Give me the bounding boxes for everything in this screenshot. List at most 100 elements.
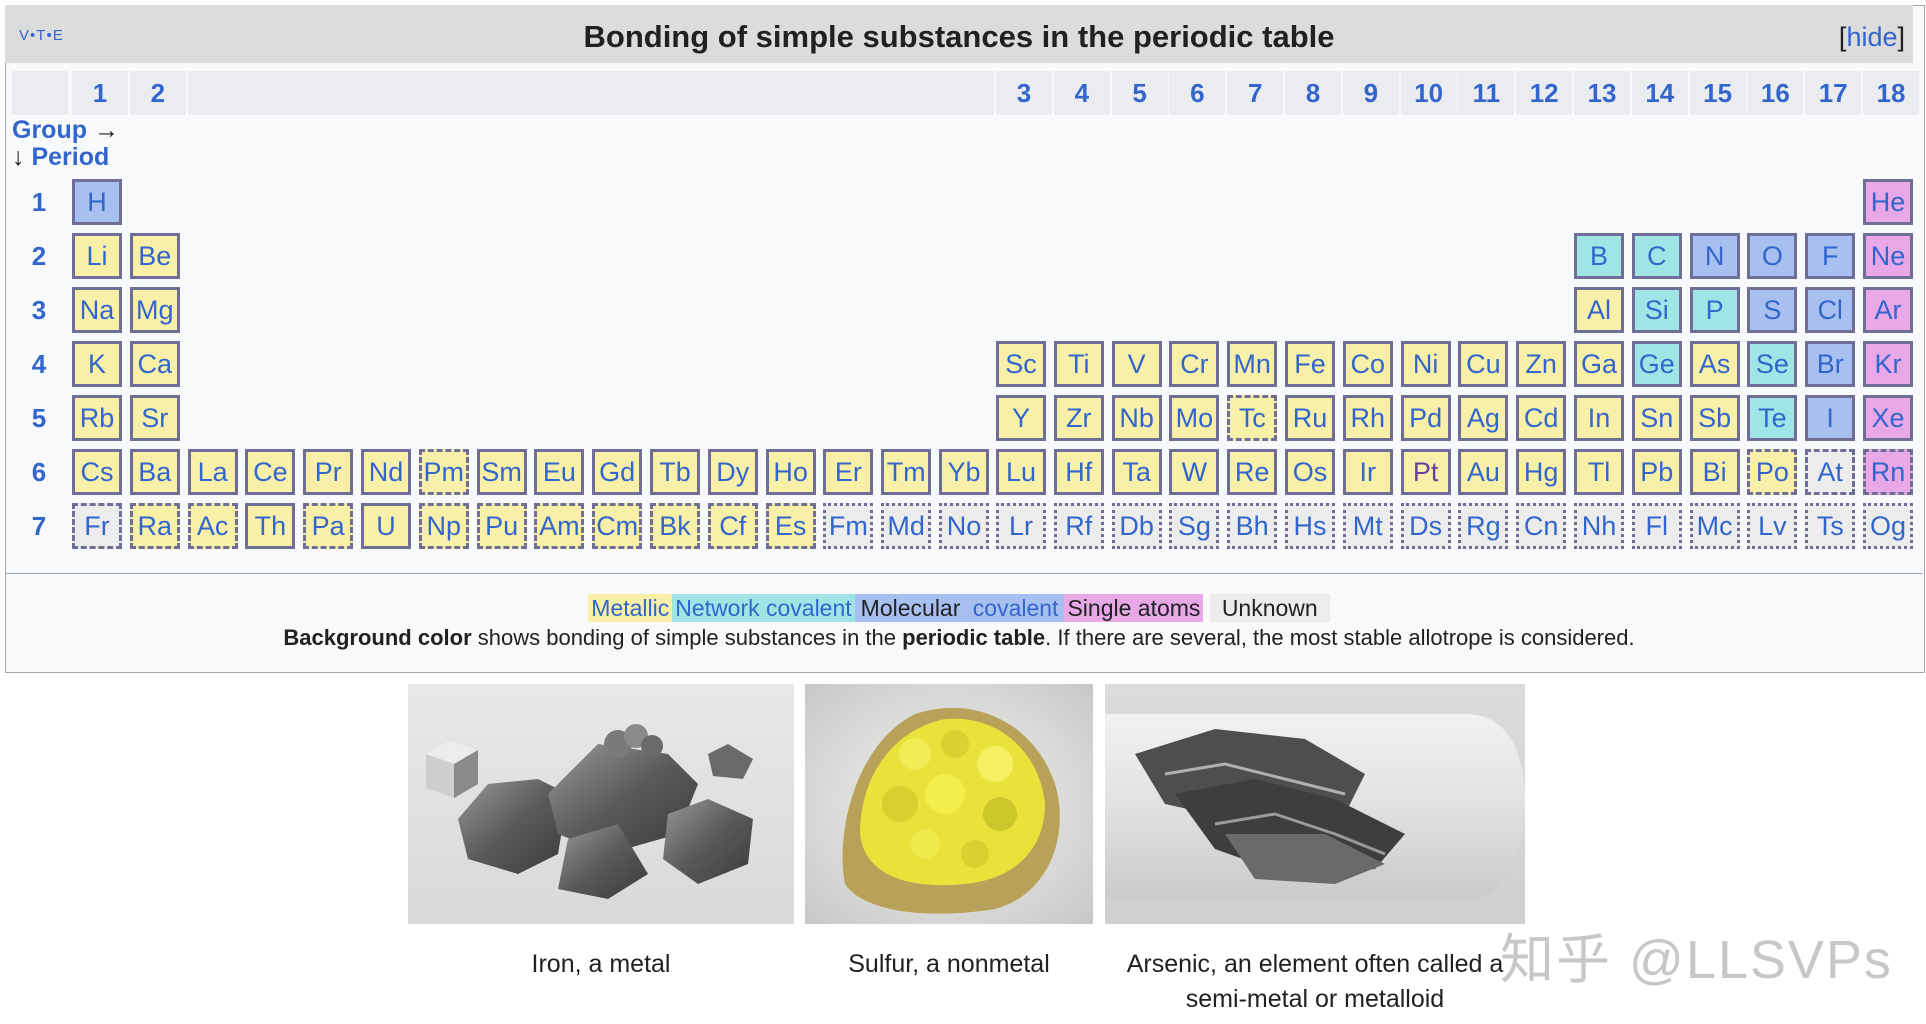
element-br[interactable]: Br [1805,341,1856,387]
element-be[interactable]: Be [129,233,180,279]
element-rb[interactable]: Rb [72,395,122,441]
element-md[interactable]: Md [881,503,932,549]
element-sb[interactable]: Sb [1689,395,1740,441]
element-mg[interactable]: Mg [129,287,180,333]
element-ra[interactable]: Ra [129,503,180,549]
element-ir[interactable]: Ir [1342,449,1393,495]
group-header-12[interactable]: 12 [1516,71,1573,115]
sulfur-photo[interactable] [805,684,1093,924]
element-u[interactable]: U [361,503,411,549]
element-as[interactable]: As [1689,341,1740,387]
element-sr[interactable]: Sr [129,395,180,441]
element-co[interactable]: Co [1342,341,1393,387]
element-hf[interactable]: Hf [1053,449,1104,495]
element-cl[interactable]: Cl [1805,287,1856,333]
period-label-4[interactable]: 4 [14,349,64,380]
group-header-1[interactable]: 1 [72,71,128,115]
element-nh[interactable]: Nh [1574,503,1624,549]
element-lv[interactable]: Lv [1747,503,1798,549]
element-v[interactable]: V [1111,341,1162,387]
element-ar[interactable]: Ar [1863,287,1913,333]
element-re[interactable]: Re [1227,449,1278,495]
group-header-7[interactable]: 7 [1227,71,1284,115]
element-sg[interactable]: Sg [1169,503,1220,549]
element-pt[interactable]: Pt [1400,449,1451,495]
group-header-17[interactable]: 17 [1805,71,1862,115]
period-label-6[interactable]: 6 [14,457,64,488]
hide-link[interactable]: hide [1846,22,1897,52]
element-he[interactable]: He [1863,179,1913,225]
element-pb[interactable]: Pb [1631,449,1682,495]
element-bk[interactable]: Bk [650,503,700,549]
element-sc[interactable]: Sc [996,341,1046,387]
element-xe[interactable]: Xe [1863,395,1913,441]
element-ds[interactable]: Ds [1400,503,1451,549]
element-tc[interactable]: Tc [1227,395,1278,441]
covalent-link[interactable]: covalent [970,594,1062,622]
element-zr[interactable]: Zr [1053,395,1104,441]
element-th[interactable]: Th [245,503,296,549]
group-header-3[interactable]: 3 [996,71,1052,115]
element-tl[interactable]: Tl [1574,449,1624,495]
element-cn[interactable]: Cn [1516,503,1567,549]
element-po[interactable]: Po [1747,449,1798,495]
element-bi[interactable]: Bi [1689,449,1740,495]
element-ni[interactable]: Ni [1400,341,1451,387]
element-os[interactable]: Os [1285,449,1335,495]
iron-photo[interactable] [408,684,794,924]
element-db[interactable]: Db [1111,503,1162,549]
element-fm[interactable]: Fm [823,503,874,549]
element-na[interactable]: Na [72,287,122,333]
element-rn[interactable]: Rn [1863,449,1913,495]
group-header-11[interactable]: 11 [1458,71,1515,115]
element-c[interactable]: C [1631,233,1682,279]
group-header-5[interactable]: 5 [1111,71,1168,115]
element-rg[interactable]: Rg [1458,503,1509,549]
group-header-18[interactable]: 18 [1863,71,1919,115]
element-mo[interactable]: Mo [1169,395,1220,441]
element-in[interactable]: In [1574,395,1624,441]
element-ne[interactable]: Ne [1863,233,1913,279]
element-yb[interactable]: Yb [939,449,989,495]
element-am[interactable]: Am [534,503,585,549]
element-k[interactable]: K [72,341,122,387]
element-si[interactable]: Si [1631,287,1682,333]
element-sm[interactable]: Sm [476,449,527,495]
element-o[interactable]: O [1747,233,1798,279]
element-i[interactable]: I [1805,395,1856,441]
element-pr[interactable]: Pr [303,449,354,495]
element-ta[interactable]: Ta [1111,449,1162,495]
element-ge[interactable]: Ge [1631,341,1682,387]
element-np[interactable]: Np [418,503,469,549]
element-bh[interactable]: Bh [1227,503,1278,549]
group-header-6[interactable]: 6 [1169,71,1226,115]
period-label-2[interactable]: 2 [14,241,64,272]
element-hs[interactable]: Hs [1285,503,1335,549]
period-label-1[interactable]: 1 [14,187,64,218]
element-fr[interactable]: Fr [72,503,122,549]
element-p[interactable]: P [1689,287,1740,333]
arsenic-photo[interactable] [1105,684,1525,924]
element-fl[interactable]: Fl [1631,503,1682,549]
element-nd[interactable]: Nd [361,449,411,495]
element-cm[interactable]: Cm [592,503,643,549]
element-ru[interactable]: Ru [1285,395,1335,441]
element-cu[interactable]: Cu [1458,341,1509,387]
element-gd[interactable]: Gd [592,449,643,495]
period-label-3[interactable]: 3 [14,295,64,326]
group-header-10[interactable]: 10 [1400,71,1457,115]
element-s[interactable]: S [1747,287,1798,333]
element-se[interactable]: Se [1747,341,1798,387]
element-y[interactable]: Y [996,395,1046,441]
element-ts[interactable]: Ts [1805,503,1856,549]
element-au[interactable]: Au [1458,449,1509,495]
element-pa[interactable]: Pa [303,503,354,549]
element-rh[interactable]: Rh [1342,395,1393,441]
element-cs[interactable]: Cs [72,449,122,495]
element-mc[interactable]: Mc [1689,503,1740,549]
element-nb[interactable]: Nb [1111,395,1162,441]
element-mn[interactable]: Mn [1227,341,1278,387]
element-li[interactable]: Li [72,233,122,279]
element-sn[interactable]: Sn [1631,395,1682,441]
group-header-14[interactable]: 14 [1631,71,1688,115]
